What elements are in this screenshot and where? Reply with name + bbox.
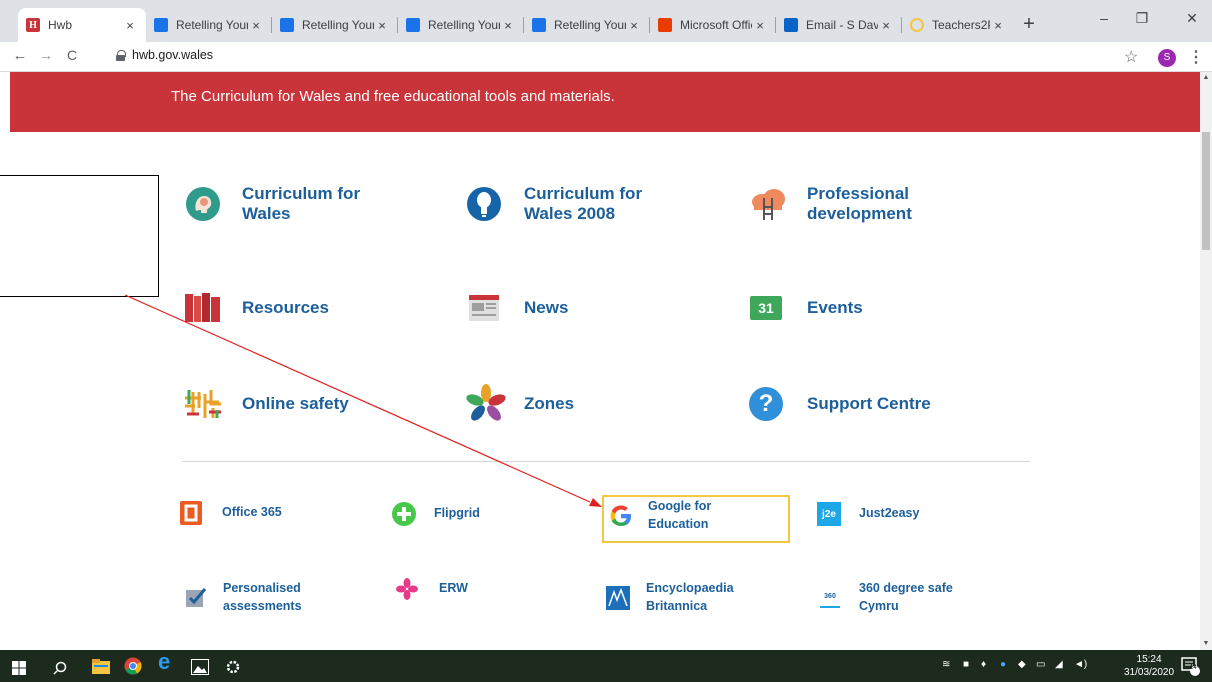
close-window-button[interactable]: ✕ bbox=[1180, 10, 1204, 27]
profile-avatar[interactable]: S bbox=[1158, 49, 1176, 67]
chrome-icon[interactable] bbox=[124, 657, 142, 675]
scroll-up-icon[interactable]: ▲ bbox=[1200, 72, 1212, 84]
tab-hwb[interactable]: H Hwb × bbox=[18, 8, 146, 42]
tab-email[interactable]: Email - S Davie × bbox=[776, 8, 902, 42]
edge-icon[interactable]: e bbox=[158, 649, 170, 674]
bookmark-star-icon[interactable]: ☆ bbox=[1124, 47, 1138, 67]
tab-teachers2parents[interactable]: Teachers2Pare × bbox=[902, 8, 1014, 42]
google-classroom-icon bbox=[406, 18, 420, 32]
minimize-button[interactable]: – bbox=[1092, 10, 1116, 26]
annotation-arrow bbox=[124, 294, 602, 507]
tab-retelling-4[interactable]: Retelling Your × bbox=[524, 8, 650, 42]
tray-app-icon[interactable]: ■ bbox=[963, 659, 969, 670]
search-icon[interactable] bbox=[53, 659, 67, 677]
vertical-scrollbar[interactable]: ▲ ▼ bbox=[1200, 72, 1212, 650]
tab-close-icon[interactable]: × bbox=[500, 18, 516, 33]
tab-label: Teachers2Pare bbox=[932, 18, 990, 32]
lock-icon bbox=[116, 49, 126, 61]
tray-app-icon[interactable]: ♦ bbox=[981, 659, 986, 670]
tab-close-icon[interactable]: × bbox=[374, 18, 390, 33]
google-classroom-icon bbox=[532, 18, 546, 32]
tab-label: Retelling Your bbox=[176, 18, 248, 32]
tab-retelling-2[interactable]: Retelling Your × bbox=[272, 8, 398, 42]
google-classroom-icon bbox=[280, 18, 294, 32]
tab-label: Retelling Your bbox=[302, 18, 374, 32]
outlook-icon bbox=[784, 18, 798, 32]
clock-time: 15:24 bbox=[1136, 654, 1162, 665]
back-button[interactable]: ← bbox=[10, 47, 30, 64]
page-viewport: The Curriculum for Wales and free educat… bbox=[0, 72, 1200, 650]
tab-close-icon[interactable]: × bbox=[248, 18, 264, 33]
menu-icon[interactable]: ⋮ bbox=[1188, 47, 1204, 67]
tab-label: Retelling Your bbox=[428, 18, 500, 32]
tab-close-icon[interactable]: × bbox=[878, 18, 894, 33]
scroll-thumb[interactable] bbox=[1202, 132, 1210, 250]
new-tab-button[interactable]: + bbox=[1016, 12, 1042, 38]
network-icon[interactable]: ≋ bbox=[942, 659, 950, 670]
volume-icon[interactable]: ◄) bbox=[1074, 659, 1087, 670]
tab-close-icon[interactable]: × bbox=[752, 18, 768, 33]
screen: H Hwb × Retelling Your × Retelling Your … bbox=[0, 0, 1212, 682]
tab-retelling-3[interactable]: Retelling Your × bbox=[398, 8, 524, 42]
notifications-icon[interactable]: 14 bbox=[1178, 656, 1202, 676]
google-classroom-icon bbox=[154, 18, 168, 32]
tab-close-icon[interactable]: × bbox=[990, 18, 1006, 33]
tab-label: Email - S Davie bbox=[806, 18, 878, 32]
address-bar[interactable]: hwb.gov.wales bbox=[116, 48, 213, 62]
battery-icon[interactable]: ▭ bbox=[1036, 659, 1045, 670]
system-clock[interactable]: 15:24 31/03/2020 bbox=[1124, 653, 1174, 679]
windows-start-icon[interactable] bbox=[12, 659, 26, 677]
wifi-icon[interactable]: ◢ bbox=[1055, 659, 1063, 670]
tray-app-icon[interactable]: ◆ bbox=[1018, 659, 1026, 670]
reload-button[interactable]: C bbox=[62, 47, 82, 63]
tab-label: Retelling Your bbox=[554, 18, 626, 32]
office-icon bbox=[658, 18, 672, 32]
loading-icon bbox=[910, 18, 924, 32]
restore-button[interactable]: ❐ bbox=[1130, 10, 1154, 27]
browser-toolbar: ← → C hwb.gov.wales ☆ S ⋮ bbox=[0, 42, 1212, 72]
tab-label: Hwb bbox=[48, 18, 73, 32]
tab-strip: H Hwb × Retelling Your × Retelling Your … bbox=[0, 0, 1212, 42]
tab-microsoft-office[interactable]: Microsoft Offic × bbox=[650, 8, 776, 42]
notification-count: 14 bbox=[1190, 665, 1197, 671]
tab-close-icon[interactable]: × bbox=[122, 18, 138, 33]
windows-taskbar: e ≋ ■ ♦ ● ◆ ▭ ◢ ◄) 15:24 31/03/2020 14 bbox=[0, 649, 1212, 682]
forward-button[interactable]: → bbox=[36, 47, 56, 64]
tab-label: Microsoft Offic bbox=[680, 18, 752, 32]
clock-date: 31/03/2020 bbox=[1124, 667, 1175, 678]
tab-retelling-1[interactable]: Retelling Your × bbox=[146, 8, 272, 42]
scroll-down-icon[interactable]: ▼ bbox=[1200, 638, 1212, 650]
hwb-logo-icon: H bbox=[26, 18, 40, 32]
photos-icon[interactable] bbox=[191, 658, 209, 676]
file-explorer-icon[interactable] bbox=[92, 658, 110, 676]
tab-close-icon[interactable]: × bbox=[626, 18, 642, 33]
url-text: hwb.gov.wales bbox=[132, 48, 214, 62]
bluetooth-icon[interactable]: ● bbox=[1000, 659, 1006, 670]
settings-gear-icon[interactable] bbox=[225, 658, 241, 676]
